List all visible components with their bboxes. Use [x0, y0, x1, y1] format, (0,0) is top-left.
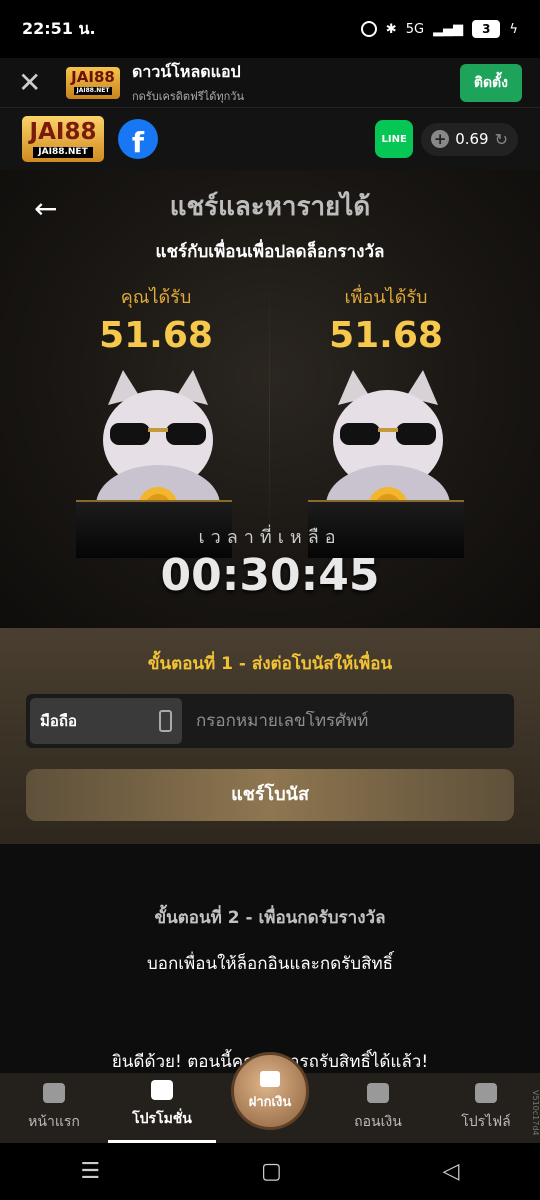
system-nav-bar: ☰ ▢ ◁ — [0, 1143, 540, 1200]
plus-icon[interactable]: + — [431, 130, 450, 148]
balance-pill[interactable]: + 0.69 ↻ — [421, 122, 518, 156]
charging-icon: ϟ — [509, 21, 518, 37]
banner-logo-text: JAI88 — [71, 68, 115, 86]
site-header: JAI88 JAI88.NET f LINE + 0.69 ↻ — [0, 108, 540, 170]
nav-withdraw-label: ถอนเงิน — [354, 1114, 402, 1130]
timer-label: เวลาที่เหลือ — [198, 527, 342, 548]
you-receive: คุณได้รับ 51.68 — [56, 282, 256, 356]
step1-section: ขั้นตอนที่ 1 - ส่งต่อโบนัสให้เพื่อน มือถ… — [0, 628, 540, 844]
install-button[interactable]: ติดตั้ง — [459, 63, 522, 102]
step2-title: ขั้นตอนที่ 2 - เพื่อนกดรับรางวัล — [154, 908, 386, 928]
status-icons: ✱ 5G ▂▄▆ 3 ϟ — [360, 20, 518, 38]
nav-profile[interactable]: โปรไฟล์ — [432, 1073, 540, 1143]
nav-home-label: หน้าแรก — [28, 1114, 80, 1130]
alarm-icon — [360, 21, 377, 37]
phone-type-label: มือถือ — [40, 712, 77, 730]
phone-field: มือถือ — [26, 694, 514, 748]
friend-receive-amount: 51.68 — [329, 315, 443, 356]
banner-text: ดาวน์โหลดแอป กดรับเครดิตฟรีได้ทุกวัน — [132, 60, 244, 105]
status-time: 22:51 น. — [22, 18, 96, 38]
back-icon[interactable]: ◁ — [443, 1159, 460, 1184]
deposit-icon — [260, 1070, 280, 1087]
friend-receive-label: เพื่อนได้รับ — [344, 287, 428, 308]
network-label: 5G — [405, 21, 425, 37]
balance-value: 0.69 — [455, 130, 489, 148]
site-logo-text: JAI88 — [29, 118, 97, 145]
status-bar: 22:51 น. ✱ 5G ▂▄▆ 3 ϟ — [0, 0, 540, 58]
you-receive-amount: 51.68 — [99, 315, 213, 356]
nav-profile-label: โปรไฟล์ — [461, 1114, 511, 1130]
user-icon — [475, 1083, 497, 1103]
version-tag: V510c17d4 — [531, 1090, 540, 1136]
install-banner: ✕ JAI88 JAI88.NET ดาวน์โหลดแอป กดรับเครด… — [0, 58, 540, 108]
battery-icon: 3 — [472, 20, 501, 38]
recent-apps-icon[interactable]: ☰ — [80, 1159, 100, 1184]
wallet-icon — [367, 1083, 389, 1103]
nav-promotion[interactable]: โปรโมชั่น — [108, 1073, 216, 1143]
close-icon[interactable]: ✕ — [18, 66, 48, 99]
share-bonus-button[interactable]: แชร์โบนัส — [26, 769, 514, 821]
page: 22:51 น. ✱ 5G ▂▄▆ 3 ϟ ✕ JAI88 JAI88.NET … — [0, 0, 540, 1200]
step2-text: บอกเพื่อนให้ล็อกอินและกดรับสิทธิ์ — [146, 954, 394, 974]
phone-type-selector[interactable]: มือถือ — [30, 698, 182, 744]
page-subtitle: แชร์กับเพื่อนเพื่อปลดล็อกรางวัล — [155, 242, 385, 262]
gift-icon — [151, 1080, 173, 1100]
banner-subtitle: กดรับเครดิตฟรีได้ทุกวัน — [132, 90, 244, 103]
banner-title: ดาวน์โหลดแอป — [132, 62, 241, 81]
share-hero: ← แชร์และหารายได้ แชร์กับเพื่อนเพื่อปลดล… — [0, 170, 540, 628]
mobile-phone-icon — [159, 710, 172, 732]
site-logo[interactable]: JAI88 JAI88.NET — [22, 116, 104, 162]
divider — [269, 280, 270, 540]
friend-receive: เพื่อนได้รับ 51.68 — [286, 282, 486, 356]
facebook-icon[interactable]: f — [118, 119, 158, 159]
countdown-timer: 00:30:45 — [160, 550, 380, 601]
nav-withdraw[interactable]: ถอนเงิน — [324, 1073, 432, 1143]
signal-icon: ▂▄▆ — [433, 21, 464, 37]
nav-home[interactable]: หน้าแรก — [0, 1073, 108, 1143]
deposit-label: ฝากเงิน — [248, 1094, 292, 1110]
you-receive-label: คุณได้รับ — [120, 287, 192, 308]
deposit-button[interactable]: ฝากเงิน — [231, 1052, 309, 1130]
nav-promotion-label: โปรโมชั่น — [132, 1111, 192, 1127]
banner-logo: JAI88 JAI88.NET — [66, 66, 120, 99]
home-button-icon[interactable]: ▢ — [261, 1159, 282, 1184]
step1-title: ขั้นตอนที่ 1 - ส่งต่อโบนัสให้เพื่อน — [147, 654, 393, 674]
page-title: แชร์และหารายได้ — [169, 192, 371, 222]
line-icon[interactable]: LINE — [375, 120, 414, 158]
refresh-icon[interactable]: ↻ — [495, 130, 508, 149]
phone-number-input[interactable] — [196, 711, 514, 731]
home-icon — [43, 1083, 65, 1103]
site-logo-sub: JAI88.NET — [33, 146, 93, 158]
bluetooth-icon: ✱ — [385, 21, 397, 37]
banner-logo-sub: JAI88.NET — [73, 87, 113, 95]
